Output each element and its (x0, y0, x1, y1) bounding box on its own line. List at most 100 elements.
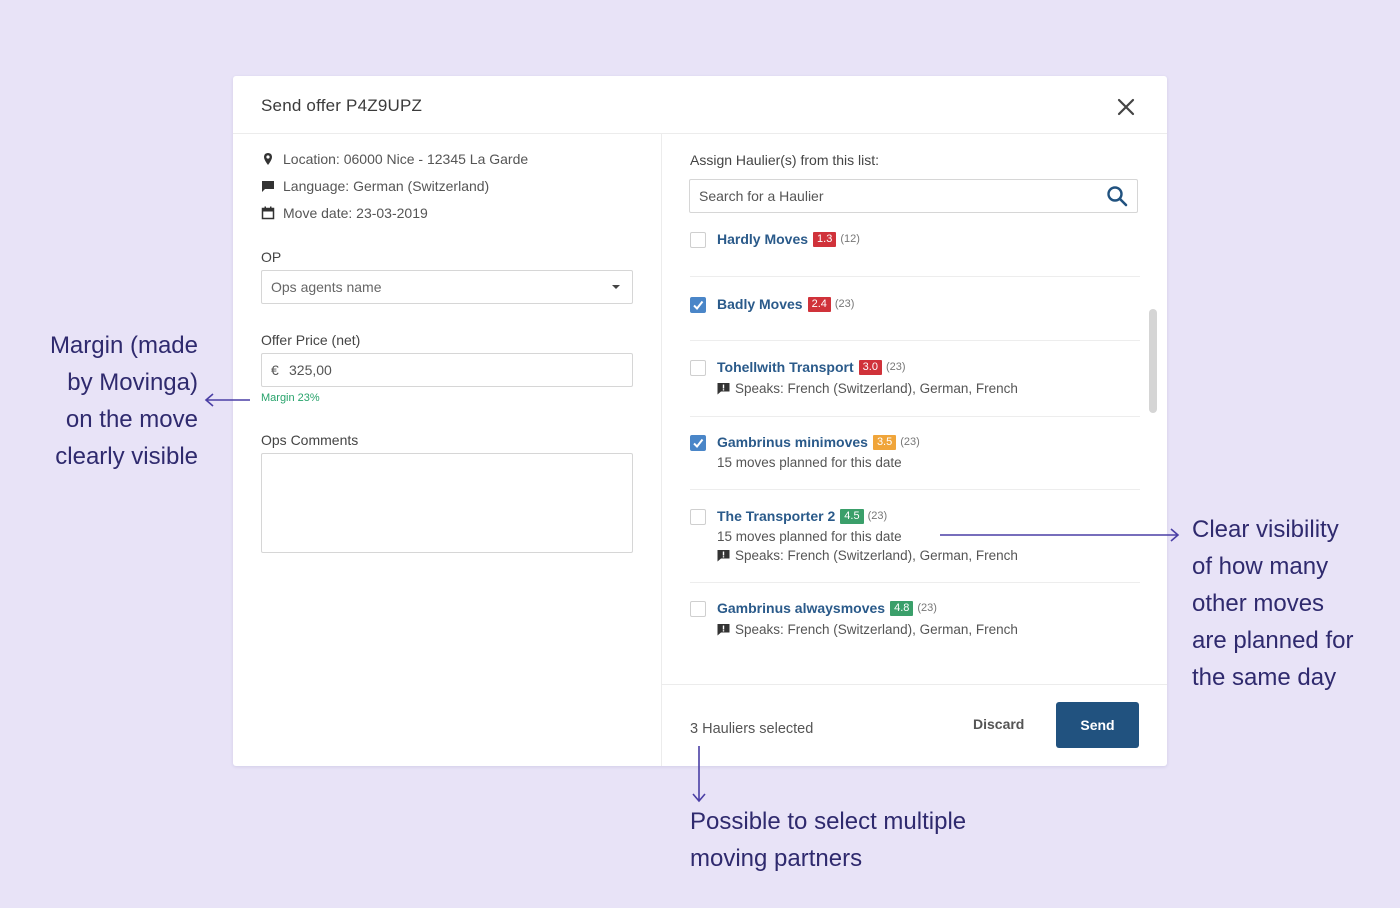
send-button[interactable]: Send (1056, 702, 1139, 748)
language-text: Language: German (Switzerland) (283, 178, 490, 194)
annotation-line: Clear visibility (1192, 516, 1339, 543)
annotation-line: by Movinga) (67, 369, 198, 396)
selected-hauliers-count: 3 Hauliers selected (690, 721, 814, 737)
haulier-name[interactable]: Gambrinus minimoves (717, 434, 868, 450)
rating-badge: 3.5 (872, 434, 897, 450)
close-button[interactable] (1113, 94, 1139, 120)
close-icon (1117, 98, 1135, 116)
list-divider (690, 582, 1140, 583)
haulier-languages: Speaks: French (Switzerland), German, Fr… (717, 548, 1018, 563)
haulier-checkbox[interactable] (690, 435, 706, 451)
list-divider (690, 489, 1140, 490)
panel-divider (661, 133, 662, 766)
haulier-languages: Speaks: French (Switzerland), German, Fr… (717, 381, 1018, 396)
haulier-languages-text: Speaks: French (Switzerland), German, Fr… (735, 622, 1018, 637)
haulier-name-row: The Transporter 2 4.5 (23) (717, 508, 887, 524)
rating-badge: 4.5 (840, 508, 864, 524)
annotation-line: Margin (made (49, 332, 198, 359)
annotation-line: of how many (1192, 553, 1329, 580)
modal-header: Send offer P4Z9UPZ (233, 76, 1167, 134)
chat-bubble-icon (262, 181, 274, 192)
haulier-name-row: Tohellwith Transport 3.0 (23) (717, 359, 906, 375)
haulier-checkbox[interactable] (690, 509, 706, 525)
rating-badge: 3.0 (858, 359, 882, 375)
visibility-annotation: Clear visibility of how many other moves… (1192, 511, 1392, 696)
rating-badge: 2.4 (807, 296, 831, 312)
haulier-moves-planned: 15 moves planned for this date (717, 455, 902, 470)
location-row: Location: 06000 Nice - 12345 La Garde (261, 149, 528, 169)
op-select-value: Ops agents name (271, 279, 382, 295)
annotation-line: Possible to select multiple (690, 808, 967, 835)
arrow-down-icon (692, 746, 706, 803)
haulier-checkbox[interactable] (690, 297, 706, 313)
haulier-name-row: Hardly Moves 1.3 (12) (717, 231, 860, 247)
review-count: (12) (840, 233, 860, 245)
calendar-icon (261, 206, 275, 220)
haulier-languages: Speaks: French (Switzerland), German, Fr… (717, 622, 1018, 637)
modal-title: Send offer P4Z9UPZ (261, 96, 423, 115)
checkmark-icon (693, 438, 704, 449)
location-text: Location: 06000 Nice - 12345 La Garde (283, 151, 529, 167)
haulier-checkbox[interactable] (690, 601, 706, 617)
language-row: Language: German (Switzerland) (261, 176, 489, 196)
op-select[interactable]: Ops agents name (261, 270, 633, 304)
list-divider (690, 416, 1140, 417)
offer-price-input[interactable]: € 325,00 (261, 353, 633, 387)
search-icon[interactable] (1106, 185, 1128, 207)
speech-alert-icon (717, 624, 730, 636)
list-divider (690, 276, 1140, 277)
haulier-name-row: Gambrinus minimoves 3.5 (23) (717, 434, 920, 450)
haulier-name[interactable]: Gambrinus alwaysmoves (717, 600, 885, 616)
haulier-search-placeholder: Search for a Haulier (699, 188, 824, 204)
annotation-line: are planned for (1192, 627, 1354, 654)
haulier-checkbox[interactable] (690, 360, 706, 376)
send-offer-modal: Send offer P4Z9UPZ Location: 06000 Nice … (233, 76, 1167, 766)
arrow-left-icon (204, 393, 250, 407)
review-count: (23) (900, 436, 920, 448)
review-count: (23) (917, 602, 937, 614)
op-label: OP (261, 249, 282, 265)
margin-text: Margin 23% (261, 392, 320, 404)
offer-price-label: Offer Price (net) (261, 332, 361, 348)
haulier-name[interactable]: Badly Moves (717, 296, 803, 312)
arrow-right-icon (940, 528, 1180, 542)
move-date-text: Move date: 23-03-2019 (283, 205, 428, 221)
annotation-line: on the move (65, 406, 198, 433)
haulier-checkbox[interactable] (690, 232, 706, 248)
offer-price-value: 325,00 (289, 362, 332, 378)
haulier-languages-text: Speaks: French (Switzerland), German, Fr… (735, 548, 1018, 563)
list-divider (690, 340, 1140, 341)
haulier-search-input[interactable]: Search for a Haulier (689, 179, 1138, 213)
haulier-languages-text: Speaks: French (Switzerland), German, Fr… (735, 381, 1018, 396)
haulier-name[interactable]: Tohellwith Transport (717, 359, 854, 375)
speech-alert-icon (717, 383, 730, 395)
multiple-select-annotation: Possible to select multiple moving partn… (690, 803, 1030, 877)
review-count: (23) (834, 298, 855, 310)
speech-alert-icon (717, 550, 730, 562)
haulier-name[interactable]: Hardly Moves (717, 231, 808, 247)
map-pin-icon (264, 153, 272, 165)
rating-badge: 4.8 (890, 600, 914, 616)
review-count: (23) (885, 361, 906, 373)
annotation-line: the same day (1192, 664, 1337, 691)
haulier-name[interactable]: The Transporter 2 (717, 508, 835, 524)
review-count: (23) (867, 510, 888, 522)
haulier-moves-planned: 15 moves planned for this date (717, 529, 902, 544)
margin-annotation: Margin (made by Movinga) on the move cle… (0, 327, 198, 475)
haulier-list-scrollbar[interactable] (1149, 309, 1157, 413)
annotation-line: clearly visible (55, 443, 198, 470)
move-date-row: Move date: 23-03-2019 (261, 203, 428, 223)
haulier-name-row: Badly Moves 2.4 (23) (717, 296, 854, 312)
ops-comments-textarea[interactable] (261, 453, 633, 553)
haulier-name-row: Gambrinus alwaysmoves 4.8 (23) (717, 600, 937, 616)
ops-comments-label: Ops Comments (261, 432, 359, 448)
discard-button[interactable]: Discard (973, 716, 1024, 732)
footer-divider (662, 684, 1167, 685)
rating-badge: 1.3 (813, 231, 837, 247)
currency-symbol: € (271, 362, 279, 378)
checkmark-icon (693, 300, 704, 311)
annotation-line: moving partners (690, 845, 863, 872)
assign-hauliers-label: Assign Haulier(s) from this list: (690, 152, 880, 168)
caret-down-icon (612, 285, 620, 289)
annotation-line: other moves (1192, 590, 1325, 617)
